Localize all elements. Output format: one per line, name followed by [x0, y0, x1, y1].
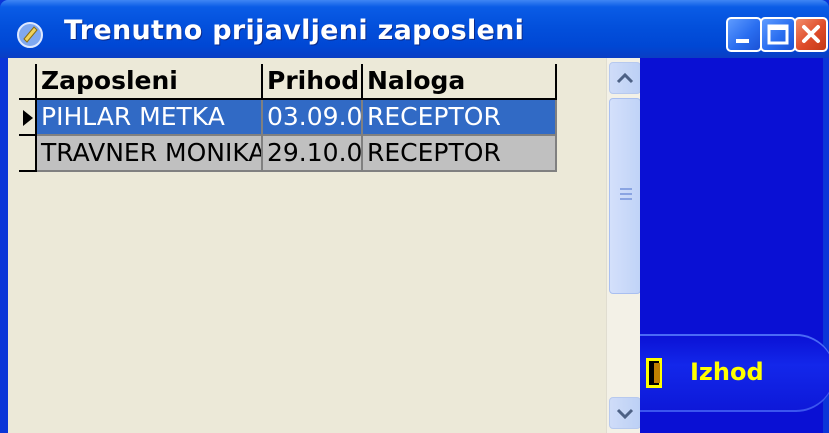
vertical-scrollbar[interactable] [606, 58, 642, 433]
minimize-icon [736, 39, 749, 43]
column-header-naloga[interactable]: Naloga [363, 64, 557, 100]
scroll-up-icon [616, 72, 634, 84]
row-indicator [19, 136, 37, 172]
app-icon [17, 22, 43, 48]
minimize-button[interactable] [726, 17, 762, 52]
scroll-thumb[interactable] [609, 98, 641, 294]
scroll-down-icon [616, 408, 634, 420]
scroll-grip [620, 193, 632, 195]
cell-naloga[interactable]: RECEPTOR [363, 100, 557, 136]
scroll-grip [620, 198, 632, 200]
scroll-grip [620, 188, 632, 190]
client-area: Zaposleni Prihod Naloga PIHLAR METKA 03.… [6, 58, 829, 433]
close-button[interactable] [794, 17, 828, 52]
maximize-button[interactable] [760, 17, 796, 52]
close-icon [802, 25, 820, 43]
header-indicator-cell [19, 64, 37, 100]
column-header-zaposleni[interactable]: Zaposleni [37, 64, 263, 100]
exit-label: Izhod [690, 358, 764, 386]
cell-prihod[interactable]: 03.09.03 [263, 100, 363, 136]
row-indicator [19, 100, 37, 136]
scroll-down-button[interactable] [609, 397, 641, 429]
window-title: Trenutno prijavljeni zaposleni [64, 15, 525, 46]
grid-panel: Zaposleni Prihod Naloga PIHLAR METKA 03.… [6, 58, 642, 433]
door-exit-icon [646, 358, 662, 388]
cell-naloga[interactable]: RECEPTOR [363, 136, 557, 172]
column-header-prihod[interactable]: Prihod [263, 64, 363, 100]
side-panel: Izhod [640, 58, 829, 433]
maximize-icon [767, 24, 789, 45]
cell-prihod[interactable]: 29.10.03 [263, 136, 363, 172]
title-bar[interactable]: Trenutno prijavljeni zaposleni [0, 0, 829, 58]
scroll-up-button[interactable] [609, 62, 641, 94]
cell-zaposleni[interactable]: PIHLAR METKA [37, 100, 263, 136]
row-indicator-icon [23, 110, 33, 126]
cell-zaposleni[interactable]: TRAVNER MONIKA [37, 136, 263, 172]
app-window: Trenutno prijavljeni zaposleni Zaposleni [0, 0, 829, 433]
exit-button[interactable]: Izhod [640, 334, 829, 412]
